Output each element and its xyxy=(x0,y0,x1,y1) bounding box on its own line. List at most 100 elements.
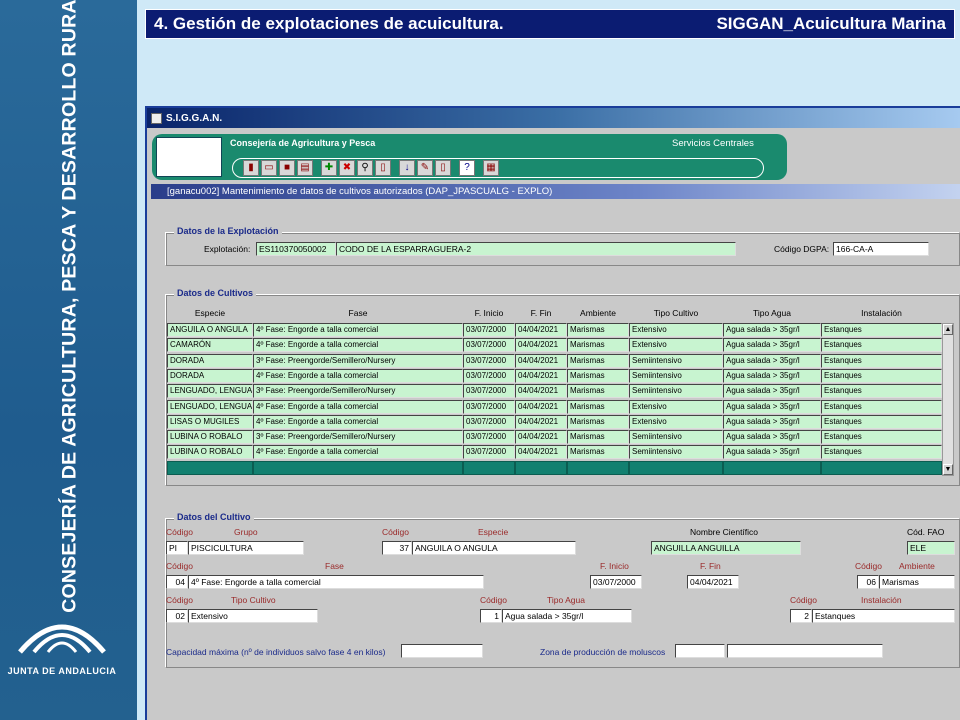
table-cell-ffin[interactable]: 04/04/2021 xyxy=(515,368,567,383)
table-cell-especie[interactable]: LUBINA O ROBALO xyxy=(167,445,253,460)
table-cell-tipo-agua[interactable]: Agua salada > 35gr/l xyxy=(723,399,821,414)
table-cell-fase[interactable]: 3º Fase: Preengorde/Semillero/Nursery xyxy=(253,430,463,445)
table-cell-fase[interactable]: 3º Fase: Preengorde/Semillero/Nursery xyxy=(253,353,463,368)
delete-icon[interactable]: ✖ xyxy=(339,160,355,176)
especie-field[interactable]: ANGUILA O ANGULA xyxy=(412,541,576,555)
table-cell-tipo-agua[interactable]: Agua salada > 35gr/l xyxy=(723,430,821,445)
table-cell-especie[interactable]: LENGUADO, LENGUA xyxy=(167,384,253,399)
table-cell-tipo-agua[interactable]: Agua salada > 35gr/l xyxy=(723,323,821,337)
dgpa-field[interactable]: 166-CA-A xyxy=(833,242,929,256)
table-cell-tipo-cultivo[interactable]: Semiintensivo xyxy=(629,353,723,368)
table-cell-tipo-agua[interactable]: Agua salada > 35gr/l xyxy=(723,445,821,460)
table-cell-instalacion[interactable]: Estanques xyxy=(821,399,942,414)
table-row-empty-cell[interactable] xyxy=(723,460,821,475)
table-cell-instalacion[interactable]: Estanques xyxy=(821,445,942,460)
ffin-field[interactable]: 04/04/2021 xyxy=(687,575,739,589)
table-cell-tipo-cultivo[interactable]: Semiintensivo xyxy=(629,430,723,445)
table-cell-ffin[interactable]: 04/04/2021 xyxy=(515,430,567,445)
table-cell-finicio[interactable]: 03/07/2000 xyxy=(463,414,515,429)
table-cell-especie[interactable]: LENGUADO, LENGUA xyxy=(167,399,253,414)
table-cell-ambiente[interactable]: Marismas xyxy=(567,445,629,460)
table-cell-tipo-agua[interactable]: Agua salada > 35gr/l xyxy=(723,353,821,368)
download-icon[interactable]: ↓ xyxy=(399,160,415,176)
table-cell-tipo-cultivo[interactable]: Semiintensivo xyxy=(629,445,723,460)
table-row-empty-cell[interactable] xyxy=(821,460,942,475)
table-cell-tipo-agua[interactable]: Agua salada > 35gr/l xyxy=(723,414,821,429)
table-cell-tipo-agua[interactable]: Agua salada > 35gr/l xyxy=(723,338,821,353)
find-icon[interactable]: ⚲ xyxy=(357,160,373,176)
table-cell-finicio[interactable]: 03/07/2000 xyxy=(463,353,515,368)
table-row-empty-cell[interactable] xyxy=(629,460,723,475)
table-row-empty-cell[interactable] xyxy=(463,460,515,475)
explotacion-code-field[interactable]: ES110370050002 xyxy=(256,242,336,256)
table-cell-fase[interactable]: 4º Fase: Engorde a talla comercial xyxy=(253,414,463,429)
table-row-empty-cell[interactable] xyxy=(567,460,629,475)
table-cell-ffin[interactable]: 04/04/2021 xyxy=(515,445,567,460)
table-cell-tipo-agua[interactable]: Agua salada > 35gr/l xyxy=(723,384,821,399)
doc-icon[interactable]: ▯ xyxy=(375,160,391,176)
grupo-code-field[interactable]: PI xyxy=(166,541,188,555)
table-cell-finicio[interactable]: 03/07/2000 xyxy=(463,323,515,337)
tipoagua-code-field[interactable]: 1 xyxy=(480,609,502,623)
table-cell-tipo-cultivo[interactable]: Extensivo xyxy=(629,323,723,337)
edit-icon[interactable]: ✎ xyxy=(417,160,433,176)
open-folder-icon[interactable]: ▭ xyxy=(261,160,277,176)
table-row-empty-cell[interactable] xyxy=(253,460,463,475)
table-cell-instalacion[interactable]: Estanques xyxy=(821,323,942,337)
table-cell-finicio[interactable]: 03/07/2000 xyxy=(463,368,515,383)
table-cell-tipo-agua[interactable]: Agua salada > 35gr/l xyxy=(723,368,821,383)
ambiente-code-field[interactable]: 06 xyxy=(857,575,879,589)
table-cell-instalacion[interactable]: Estanques xyxy=(821,384,942,399)
zona-field[interactable] xyxy=(727,644,883,658)
nombre-cientifico-field[interactable]: ANGUILLA ANGUILLA xyxy=(651,541,801,555)
instalacion-code-field[interactable]: 2 xyxy=(790,609,812,623)
table-cell-fase[interactable]: 3º Fase: Preengorde/Semillero/Nursery xyxy=(253,384,463,399)
table-cell-finicio[interactable]: 03/07/2000 xyxy=(463,430,515,445)
table-cell-fase[interactable]: 4º Fase: Engorde a talla comercial xyxy=(253,338,463,353)
scroll-down-icon[interactable]: ▼ xyxy=(943,464,953,475)
table-cell-ffin[interactable]: 04/04/2021 xyxy=(515,338,567,353)
table-row-empty-cell[interactable] xyxy=(167,460,253,475)
table-cell-tipo-cultivo[interactable]: Extensivo xyxy=(629,399,723,414)
save-icon[interactable]: ■ xyxy=(279,160,295,176)
table-cell-ambiente[interactable]: Marismas xyxy=(567,353,629,368)
table-cell-finicio[interactable]: 03/07/2000 xyxy=(463,384,515,399)
table-cell-finicio[interactable]: 03/07/2000 xyxy=(463,399,515,414)
especie-code-field[interactable]: 37 xyxy=(382,541,412,555)
help-icon[interactable]: ? xyxy=(459,160,475,176)
add-icon[interactable]: ✚ xyxy=(321,160,337,176)
table-cell-fase[interactable]: 4º Fase: Engorde a talla comercial xyxy=(253,323,463,337)
table-cell-instalacion[interactable]: Estanques xyxy=(821,353,942,368)
zona-code-field[interactable] xyxy=(675,644,725,658)
table-cell-especie[interactable]: ANGUILA O ANGULA xyxy=(167,323,253,337)
table-cell-especie[interactable]: CAMARÓN xyxy=(167,338,253,353)
instalacion-field[interactable]: Estanques xyxy=(812,609,955,623)
table-cell-tipo-cultivo[interactable]: Semiintensivo xyxy=(629,368,723,383)
tipocultivo-field[interactable]: Extensivo xyxy=(188,609,318,623)
table-cell-ffin[interactable]: 04/04/2021 xyxy=(515,384,567,399)
table-cell-fase[interactable]: 4º Fase: Engorde a talla comercial xyxy=(253,445,463,460)
fao-field[interactable]: ELE xyxy=(907,541,955,555)
grupo-field[interactable]: PISCICULTURA xyxy=(188,541,304,555)
tipoagua-field[interactable]: Agua salada > 35gr/l xyxy=(502,609,632,623)
capacidad-field[interactable] xyxy=(401,644,483,658)
table-cell-instalacion[interactable]: Estanques xyxy=(821,338,942,353)
table-cell-ffin[interactable]: 04/04/2021 xyxy=(515,353,567,368)
scroll-up-icon[interactable]: ▲ xyxy=(943,324,953,335)
tipocultivo-code-field[interactable]: 02 xyxy=(166,609,188,623)
print-icon[interactable]: ▤ xyxy=(297,160,313,176)
explotacion-name-field[interactable]: CODO DE LA ESPARRAGUERA-2 xyxy=(336,242,736,256)
table-cell-ffin[interactable]: 04/04/2021 xyxy=(515,399,567,414)
table-cell-ambiente[interactable]: Marismas xyxy=(567,384,629,399)
page-icon[interactable]: ▯ xyxy=(435,160,451,176)
table-cell-fase[interactable]: 4º Fase: Engorde a talla comercial xyxy=(253,368,463,383)
table-cell-ambiente[interactable]: Marismas xyxy=(567,338,629,353)
table-cell-finicio[interactable]: 03/07/2000 xyxy=(463,338,515,353)
table-cell-especie[interactable]: DORADA xyxy=(167,353,253,368)
table-cell-fase[interactable]: 4º Fase: Engorde a talla comercial xyxy=(253,399,463,414)
table-cell-instalacion[interactable]: Estanques xyxy=(821,368,942,383)
fase-code-field[interactable]: 04 xyxy=(166,575,188,589)
table-cell-finicio[interactable]: 03/07/2000 xyxy=(463,445,515,460)
table-cell-ambiente[interactable]: Marismas xyxy=(567,323,629,337)
table-cell-tipo-cultivo[interactable]: Extensivo xyxy=(629,338,723,353)
